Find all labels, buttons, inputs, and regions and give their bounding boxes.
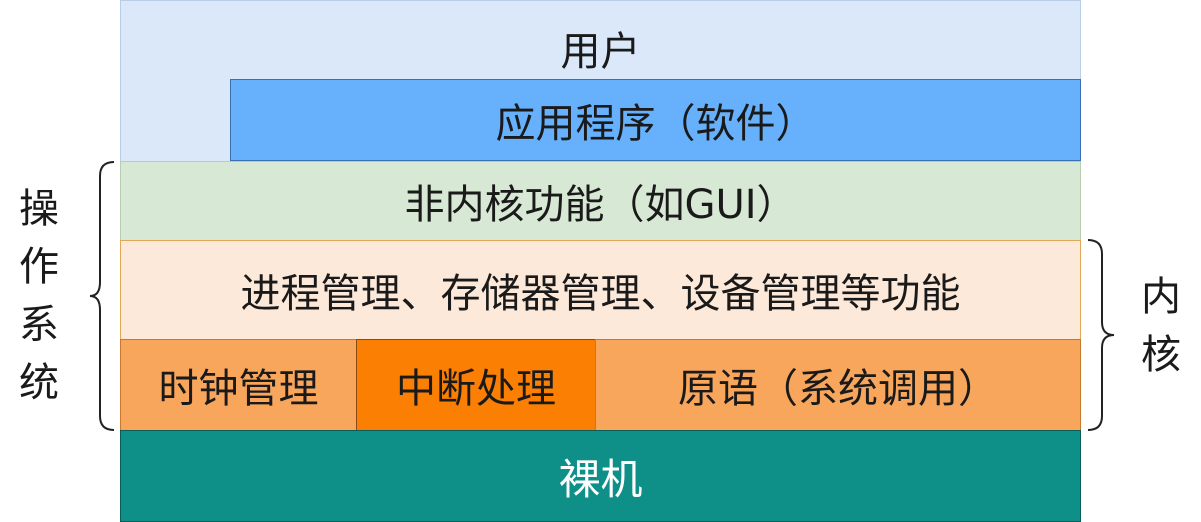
layer-non-kernel: 非内核功能（如GUI） xyxy=(120,161,1081,241)
os-label: 操作系统 xyxy=(19,186,59,406)
layer-interrupt-handling-label: 中断处理 xyxy=(396,366,556,412)
layer-clock-management: 时钟管理 xyxy=(120,339,357,431)
layer-clock-management-label: 时钟管理 xyxy=(158,366,319,412)
layer-bare-metal: 裸机 xyxy=(120,430,1081,522)
layer-kernel-services-label: 进程管理、存储器管理、设备管理等功能 xyxy=(240,271,961,317)
layer-primitives-label: 原语（系统调用） xyxy=(678,366,998,412)
kernel-brace xyxy=(1087,239,1115,431)
layer-non-kernel-label: 非内核功能（如GUI） xyxy=(404,182,797,228)
layer-application: 应用程序（软件） xyxy=(230,79,1081,161)
layer-kernel-services: 进程管理、存储器管理、设备管理等功能 xyxy=(120,240,1081,340)
kernel-label: 内核 xyxy=(1141,274,1181,378)
layer-interrupt-handling: 中断处理 xyxy=(356,339,596,431)
os-brace xyxy=(89,161,115,431)
layer-primitives: 原语（系统调用） xyxy=(595,339,1081,431)
layer-bare-metal-label: 裸机 xyxy=(558,454,643,504)
layer-user-label: 用户 xyxy=(560,29,641,75)
layer-application-label: 应用程序（软件） xyxy=(495,101,816,147)
